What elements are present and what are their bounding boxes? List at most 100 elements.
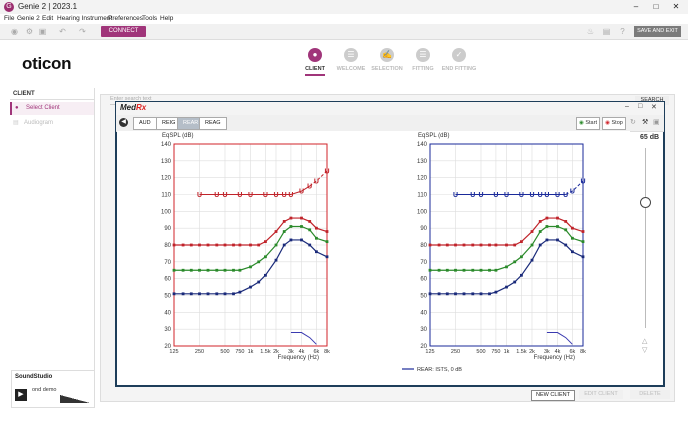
document-icon[interactable]: ▤ bbox=[602, 27, 611, 36]
step-end-fitting[interactable]: ✓ END FITTING bbox=[434, 48, 484, 72]
y-tick-label: 30 bbox=[420, 327, 427, 333]
target-point bbox=[308, 220, 312, 223]
target-point bbox=[325, 240, 329, 244]
ucl-marker: U bbox=[263, 192, 268, 199]
nav-select-client[interactable]: ● Select Client bbox=[10, 102, 94, 115]
level-down-icon[interactable]: ▽ bbox=[642, 346, 647, 354]
menu-file[interactable]: File bbox=[4, 15, 14, 22]
target-point bbox=[172, 268, 176, 272]
target-point bbox=[564, 243, 568, 247]
tab-aud[interactable]: AUD bbox=[133, 117, 157, 130]
menu-hearing-instrument[interactable]: Hearing Instrument bbox=[57, 15, 112, 22]
target-point bbox=[428, 268, 432, 272]
ucl-marker: U bbox=[282, 192, 287, 199]
bell-icon[interactable]: ♨ bbox=[586, 27, 595, 36]
back-icon[interactable]: ◀ bbox=[119, 118, 128, 127]
x-tick-label: 1k bbox=[248, 349, 254, 355]
x-tick-label: 125 bbox=[169, 349, 178, 355]
menu-preferences[interactable]: Preferences bbox=[108, 15, 143, 22]
ucl-marker: U bbox=[538, 192, 543, 199]
volume-slider[interactable] bbox=[60, 395, 90, 403]
target-point bbox=[520, 273, 523, 277]
ucl-marker: U bbox=[197, 192, 202, 199]
hearing-aid-icon[interactable]: ◉ bbox=[10, 27, 19, 36]
target-point bbox=[206, 268, 210, 272]
level-slider-knob[interactable] bbox=[640, 197, 651, 208]
start-button[interactable]: ◉ Start bbox=[576, 117, 600, 130]
target-point bbox=[181, 292, 185, 296]
y-tick-label: 100 bbox=[161, 209, 172, 215]
tab-reag[interactable]: REAG bbox=[199, 117, 227, 130]
menu-help[interactable]: Help bbox=[160, 15, 173, 22]
target-point bbox=[428, 243, 432, 247]
target-point bbox=[282, 220, 286, 223]
ucl-marker: U bbox=[580, 179, 585, 186]
help-icon[interactable]: ? bbox=[618, 27, 627, 36]
maximize-icon[interactable]: □ bbox=[646, 0, 666, 14]
medrx-maximize-icon[interactable]: □ bbox=[638, 103, 642, 110]
menu-edit[interactable]: Edit bbox=[42, 15, 53, 22]
medrx-minimize-icon[interactable]: – bbox=[625, 103, 629, 110]
selection-icon: ✍ bbox=[380, 48, 394, 62]
settings-icon[interactable]: ⚙ bbox=[25, 27, 34, 36]
person-icon: ● bbox=[308, 48, 322, 62]
target-point bbox=[289, 216, 293, 220]
delete-button[interactable]: DELETE bbox=[630, 390, 670, 399]
wrench-icon[interactable]: ⚒ bbox=[642, 118, 648, 126]
edit-client-button[interactable]: EDIT CLIENT bbox=[579, 390, 623, 399]
undo-icon[interactable]: ↶ bbox=[58, 27, 67, 36]
target-point bbox=[488, 292, 491, 296]
save-and-exit-button[interactable]: SAVE AND EXIT bbox=[634, 26, 681, 37]
legend-label: REAR: ISTS, 0 dB bbox=[417, 367, 462, 373]
close-icon[interactable]: ✕ bbox=[666, 0, 686, 14]
target-point bbox=[206, 243, 210, 247]
target-point bbox=[556, 225, 559, 228]
target-point bbox=[198, 243, 201, 247]
target-point bbox=[581, 255, 585, 259]
target-point bbox=[232, 268, 235, 272]
redo-icon[interactable]: ↷ bbox=[78, 27, 87, 36]
target-point bbox=[488, 243, 491, 247]
nav-audiogram[interactable]: ▤ Audiogram bbox=[10, 117, 94, 130]
target-point bbox=[257, 260, 261, 264]
target-point bbox=[315, 250, 318, 254]
menu-tools[interactable]: Tools bbox=[142, 15, 157, 22]
target-point bbox=[274, 243, 278, 247]
menu-genie2[interactable]: Genie 2 bbox=[17, 15, 40, 22]
new-client-button[interactable]: NEW CLIENT bbox=[531, 390, 575, 401]
target-point bbox=[300, 225, 303, 228]
minimize-icon[interactable]: – bbox=[626, 0, 646, 14]
stop-button[interactable]: ◉ Stop bbox=[602, 117, 626, 130]
target-point bbox=[264, 240, 267, 244]
save-icon[interactable]: ▣ bbox=[38, 27, 47, 36]
target-point bbox=[257, 280, 261, 284]
x-tick-label: 750 bbox=[235, 349, 244, 355]
target-point bbox=[513, 260, 517, 264]
target-point bbox=[437, 268, 441, 272]
menu-bar: File Genie 2 Edit Hearing Instrument Pre… bbox=[0, 14, 688, 24]
person-icon: ● bbox=[15, 105, 19, 111]
target-point bbox=[198, 292, 201, 296]
level-slider-track[interactable] bbox=[645, 148, 646, 328]
lock-icon[interactable]: ▣ bbox=[653, 118, 660, 126]
ucl-marker: U bbox=[563, 192, 568, 199]
connect-button[interactable]: CONNECT bbox=[101, 26, 146, 37]
ucl-marker: U bbox=[470, 192, 475, 199]
medrx-close-icon[interactable]: ✕ bbox=[651, 103, 657, 111]
target-point bbox=[571, 226, 574, 230]
level-up-icon[interactable]: △ bbox=[642, 337, 647, 345]
target-point bbox=[264, 273, 267, 277]
target-point bbox=[505, 243, 508, 247]
x-tick-label: 125 bbox=[425, 349, 434, 355]
refresh-icon[interactable]: ↻ bbox=[630, 118, 636, 126]
soundstudio-logo: SoundStudio bbox=[15, 374, 53, 380]
ucl-marker: U bbox=[478, 192, 483, 199]
target-point bbox=[198, 268, 201, 272]
x-axis-label: Frequency (Hz) bbox=[278, 355, 319, 361]
x-tick-label: 1k bbox=[504, 349, 510, 355]
y-tick-label: 50 bbox=[164, 294, 171, 300]
target-point bbox=[238, 290, 242, 294]
target-point bbox=[494, 243, 498, 247]
play-icon[interactable]: ▶ bbox=[15, 389, 27, 401]
ucl-marker: U bbox=[555, 192, 560, 199]
